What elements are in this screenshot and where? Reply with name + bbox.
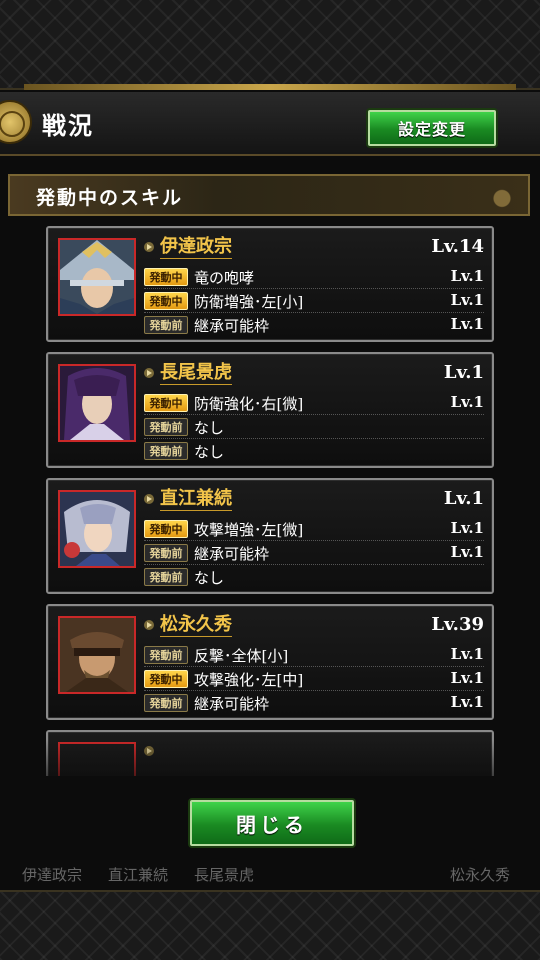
- settings-change-button[interactable]: 設定変更: [368, 110, 496, 146]
- clan-crest-icon: [0, 100, 32, 144]
- skill-card-list[interactable]: 伊達政宗 Lv.14 発動中 竜の咆哮 Lv.1 発動中 防衛増強･左[小] L…: [46, 226, 494, 776]
- general-card[interactable]: 伊達政宗 Lv.14 発動中 竜の咆哮 Lv.1 発動中 防衛増強･左[小] L…: [46, 226, 494, 342]
- general-card[interactable]: 松永久秀 Lv.39 発動前 反撃･全体[小] Lv.1 発動中 攻撃強化･左[…: [46, 604, 494, 720]
- skill-status-tag: 発動前: [144, 694, 188, 712]
- skill-row: 発動前 反撃･全体[小] Lv.1: [144, 644, 484, 667]
- general-name[interactable]: 直江兼続: [160, 488, 232, 511]
- general-level: Lv.14: [431, 236, 484, 257]
- portrait-naoe-kanetsugu-icon: [60, 492, 134, 566]
- general-level: Lv.1: [443, 362, 484, 383]
- dialog-title: 戦況: [42, 111, 94, 140]
- portrait-nagao-kagetora-icon: [60, 366, 134, 440]
- skill-status-tag: 発動中: [144, 670, 188, 688]
- skill-row: 発動前 継承可能枠 Lv.1: [144, 314, 484, 336]
- general-name[interactable]: 松永久秀: [160, 614, 232, 637]
- skill-name: 攻撃強化･左[中]: [194, 671, 304, 689]
- general-portrait[interactable]: [58, 490, 136, 568]
- skill-level: Lv.1: [450, 315, 484, 333]
- arrow-icon: [144, 242, 154, 252]
- general-name[interactable]: 長尾景虎: [160, 362, 232, 385]
- general-portrait[interactable]: [58, 238, 136, 316]
- flower-ornament-icon: [460, 178, 520, 212]
- skill-name: 竜の咆哮: [194, 269, 255, 287]
- skill-status-tag: 発動前: [144, 418, 188, 436]
- skill-level: Lv.1: [450, 645, 484, 663]
- skill-level: Lv.1: [450, 267, 484, 285]
- general-card[interactable]: 直江兼続 Lv.1 発動中 攻撃増強･左[微] Lv.1 発動前 継承可能枠 L…: [46, 478, 494, 594]
- skill-name: 攻撃増強･左[微]: [194, 521, 304, 539]
- skill-level: Lv.1: [450, 543, 484, 561]
- general-portrait[interactable]: [58, 364, 136, 442]
- footer-general-name: 松永久秀: [450, 866, 511, 884]
- portrait-date-masamune-icon: [60, 240, 134, 314]
- skill-row: 発動前 なし: [144, 416, 484, 439]
- skill-status-tag: 発動中: [144, 292, 188, 310]
- skill-name: 継承可能枠: [194, 695, 270, 713]
- close-button[interactable]: 閉じる: [190, 800, 354, 846]
- skill-name: なし: [194, 443, 225, 461]
- skill-status-tag: 発動前: [144, 646, 188, 664]
- general-level: Lv.1: [443, 488, 484, 509]
- skill-name: 防衛増強･左[小]: [194, 293, 304, 311]
- skill-status-tag: 発動前: [144, 316, 188, 334]
- skill-level: Lv.1: [450, 291, 484, 309]
- skill-row: 発動中 竜の咆哮 Lv.1: [144, 266, 484, 289]
- skill-level: Lv.1: [450, 669, 484, 687]
- footer-general-name: 伊達政宗: [22, 866, 83, 884]
- general-portrait[interactable]: [58, 616, 136, 694]
- skill-row: 発動前 継承可能枠 Lv.1: [144, 542, 484, 565]
- section-title: 発動中のスキル: [36, 187, 184, 209]
- skill-name: 継承可能枠: [194, 545, 270, 563]
- general-level: Lv.39: [431, 614, 484, 635]
- skill-row: 発動中 防衛増強･左[小] Lv.1: [144, 290, 484, 313]
- skill-status-tag: 発動中: [144, 268, 188, 286]
- skill-level: Lv.1: [450, 519, 484, 537]
- skill-status-tag: 発動中: [144, 394, 188, 412]
- footer-general-name: 直江兼続: [108, 866, 169, 884]
- skill-row: 発動前 なし: [144, 566, 484, 588]
- skill-status-tag: 発動前: [144, 544, 188, 562]
- general-card[interactable]: 長尾景虎 Lv.1 発動中 防衛強化･右[微] Lv.1 発動前 なし 発動前 …: [46, 352, 494, 468]
- formation-footer: 伊達政宗 直江兼続 長尾景虎 松永久秀: [0, 862, 540, 886]
- skill-row: 発動前 なし: [144, 440, 484, 462]
- skill-name: 継承可能枠: [194, 317, 270, 335]
- skill-name: 反撃･全体[小]: [194, 647, 289, 665]
- skill-row: 発動前 継承可能枠 Lv.1: [144, 692, 484, 714]
- skill-name: なし: [194, 569, 225, 587]
- skill-level: Lv.1: [450, 693, 484, 711]
- list-fade-overlay: [0, 740, 540, 800]
- section-header: 発動中のスキル: [8, 174, 530, 216]
- footer-general-name: 長尾景虎: [194, 866, 255, 884]
- skill-name: 防衛強化･右[微]: [194, 395, 304, 413]
- skill-level: Lv.1: [450, 393, 484, 411]
- skill-status-tag: 発動前: [144, 442, 188, 460]
- arrow-icon: [144, 494, 154, 504]
- top-gold-trim: [24, 84, 516, 90]
- skill-row: 発動中 防衛強化･右[微] Lv.1: [144, 392, 484, 415]
- arrow-icon: [144, 368, 154, 378]
- skill-row: 発動中 攻撃増強･左[微] Lv.1: [144, 518, 484, 541]
- skill-status-tag: 発動前: [144, 568, 188, 586]
- skill-status-tag: 発動中: [144, 520, 188, 538]
- arrow-icon: [144, 620, 154, 630]
- skill-name: なし: [194, 419, 225, 437]
- general-name[interactable]: 伊達政宗: [160, 236, 232, 259]
- skill-row: 発動中 攻撃強化･左[中] Lv.1: [144, 668, 484, 691]
- portrait-matsunaga-hisahide-icon: [60, 618, 134, 692]
